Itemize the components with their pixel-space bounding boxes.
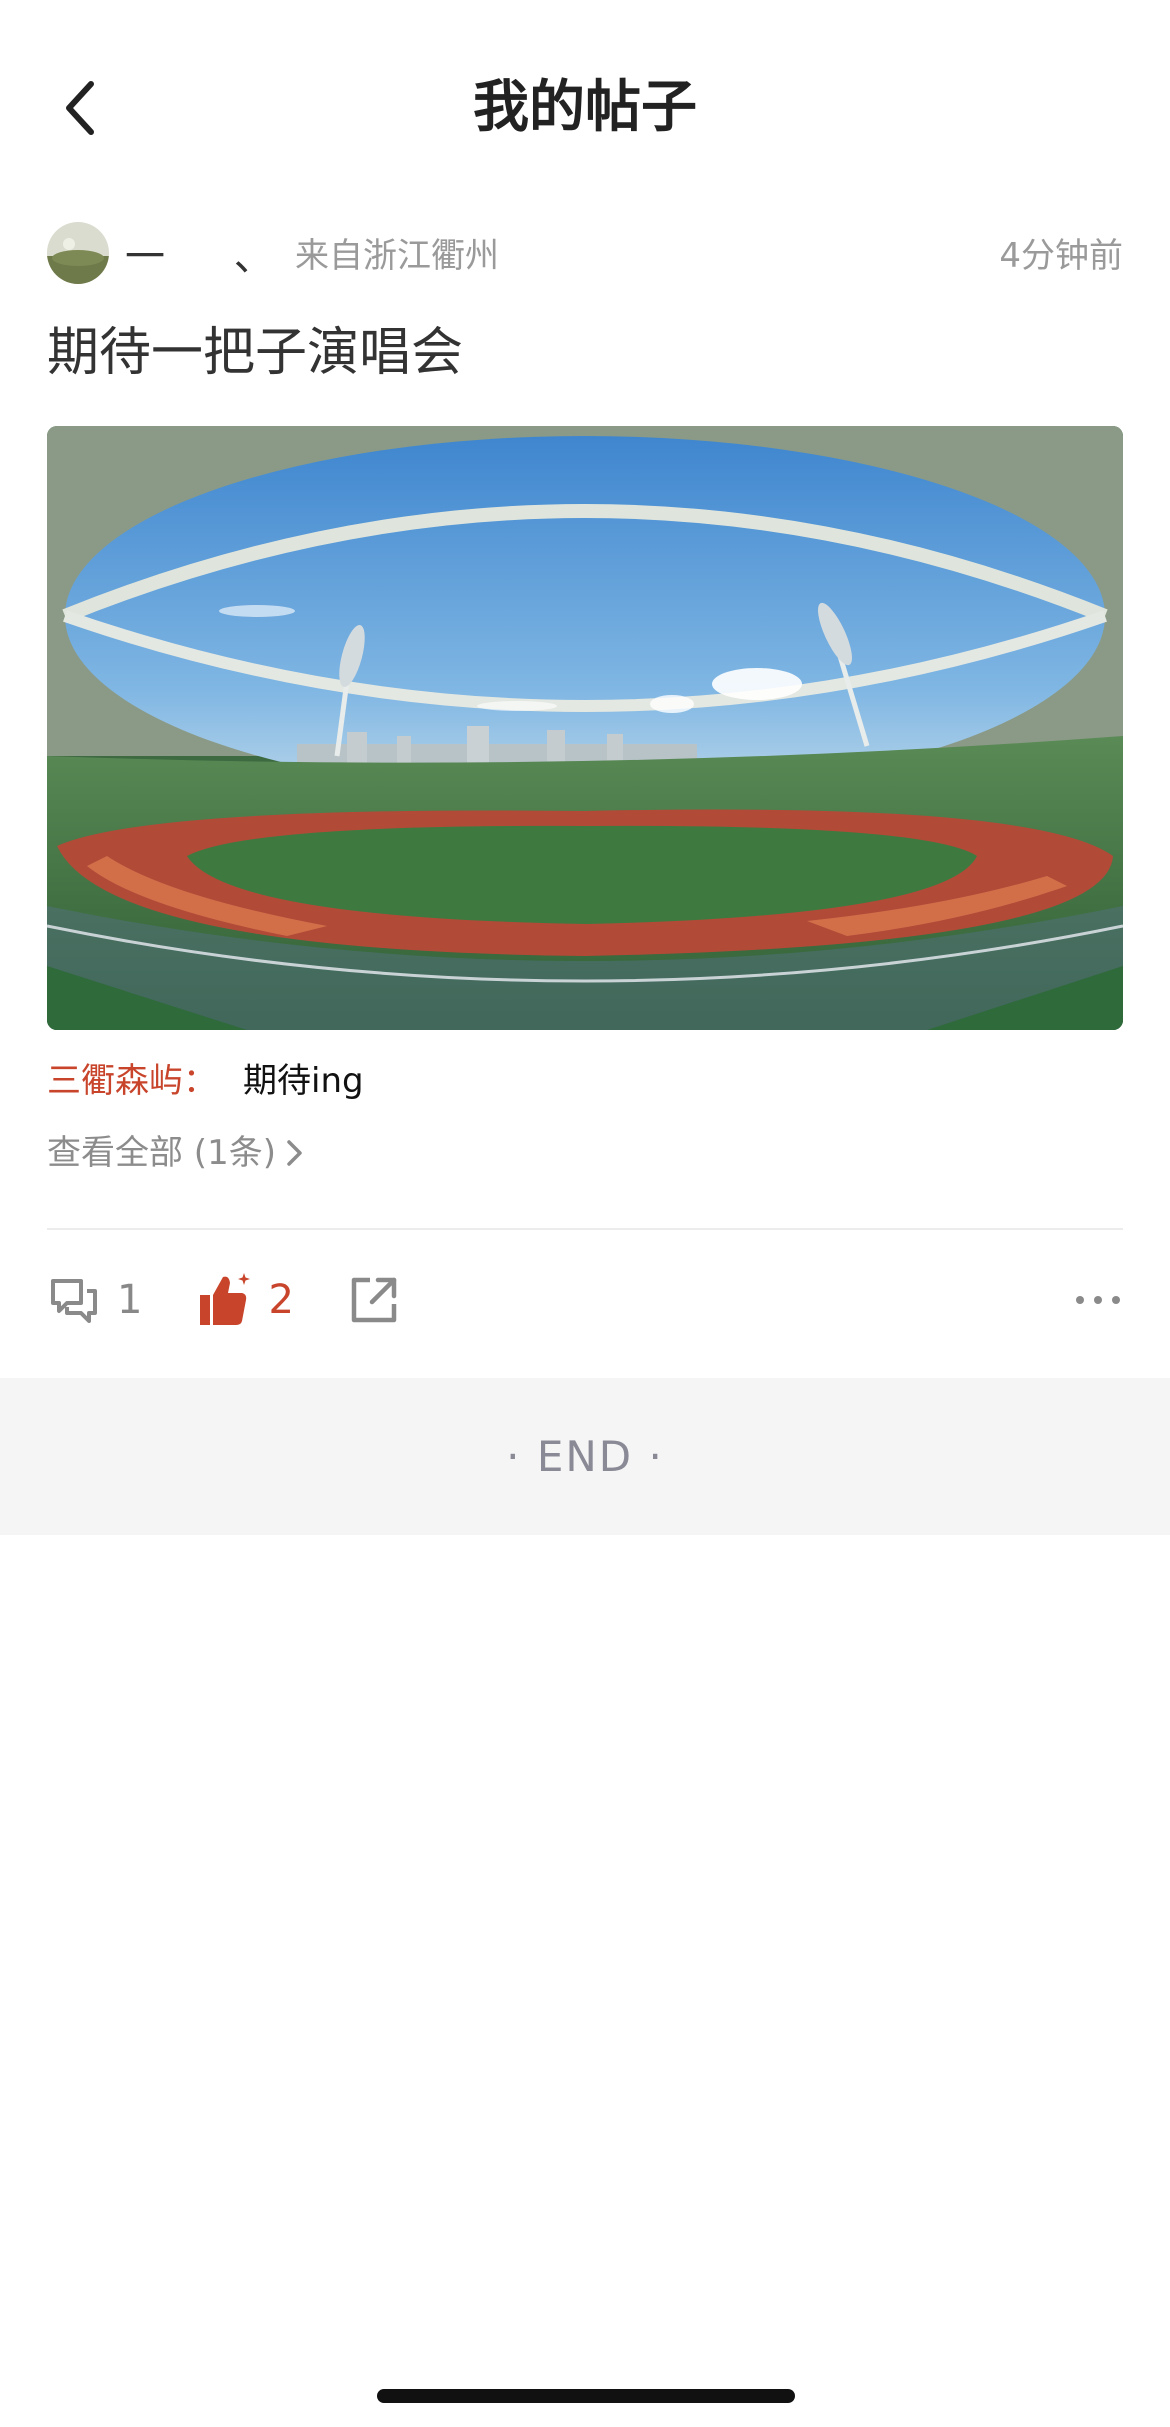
post-time: 4分钟前 — [999, 236, 1123, 276]
share-button[interactable] — [348, 1274, 400, 1326]
share-icon — [351, 1277, 397, 1323]
view-all-comments-link[interactable]: 查看全部 (1条) — [47, 1128, 306, 1178]
like-button[interactable]: 2 — [196, 1271, 294, 1329]
post-photo-stadium[interactable] — [47, 426, 1123, 1030]
post-username[interactable]: 一 、 — [125, 224, 275, 282]
divider — [47, 1228, 1123, 1230]
post-meta: 一 、 来自浙江衢州 4分钟前 — [47, 215, 1123, 290]
more-icon — [1076, 1296, 1120, 1304]
page-title: 我的帖子 — [473, 75, 697, 140]
like-count: 2 — [268, 1277, 294, 1323]
thumbs-up-icon — [200, 1273, 251, 1325]
end-label: · END · — [506, 1432, 664, 1481]
home-indicator[interactable] — [377, 2389, 795, 2403]
more-button[interactable] — [1073, 1282, 1123, 1322]
post-action-bar: 1 2 — [47, 1260, 1123, 1340]
comment-icon — [51, 1279, 97, 1323]
comment-count: 1 — [117, 1277, 143, 1323]
avatar[interactable] — [47, 221, 109, 284]
post-location: 来自浙江衢州 — [295, 236, 499, 276]
comment-button[interactable]: 1 — [47, 1273, 142, 1327]
comment-text: 期待ing — [243, 1061, 364, 1101]
view-all-label: 查看全部 (1条) — [47, 1133, 276, 1173]
end-of-list: · END · — [0, 1378, 1170, 1535]
commenter-name[interactable]: 三衢森屿： — [47, 1056, 217, 1106]
navigation-bar: 我的帖子 — [0, 0, 1170, 215]
post-card: 一 、 来自浙江衢州 4分钟前 期待一把子演唱会 三衢森屿： 期待ing 查看全… — [47, 215, 1123, 1230]
chevron-right-icon — [287, 1140, 302, 1166]
comment-preview[interactable]: 三衢森屿： 期待ing — [47, 1056, 1123, 1106]
post-title: 期待一把子演唱会 — [47, 323, 464, 383]
